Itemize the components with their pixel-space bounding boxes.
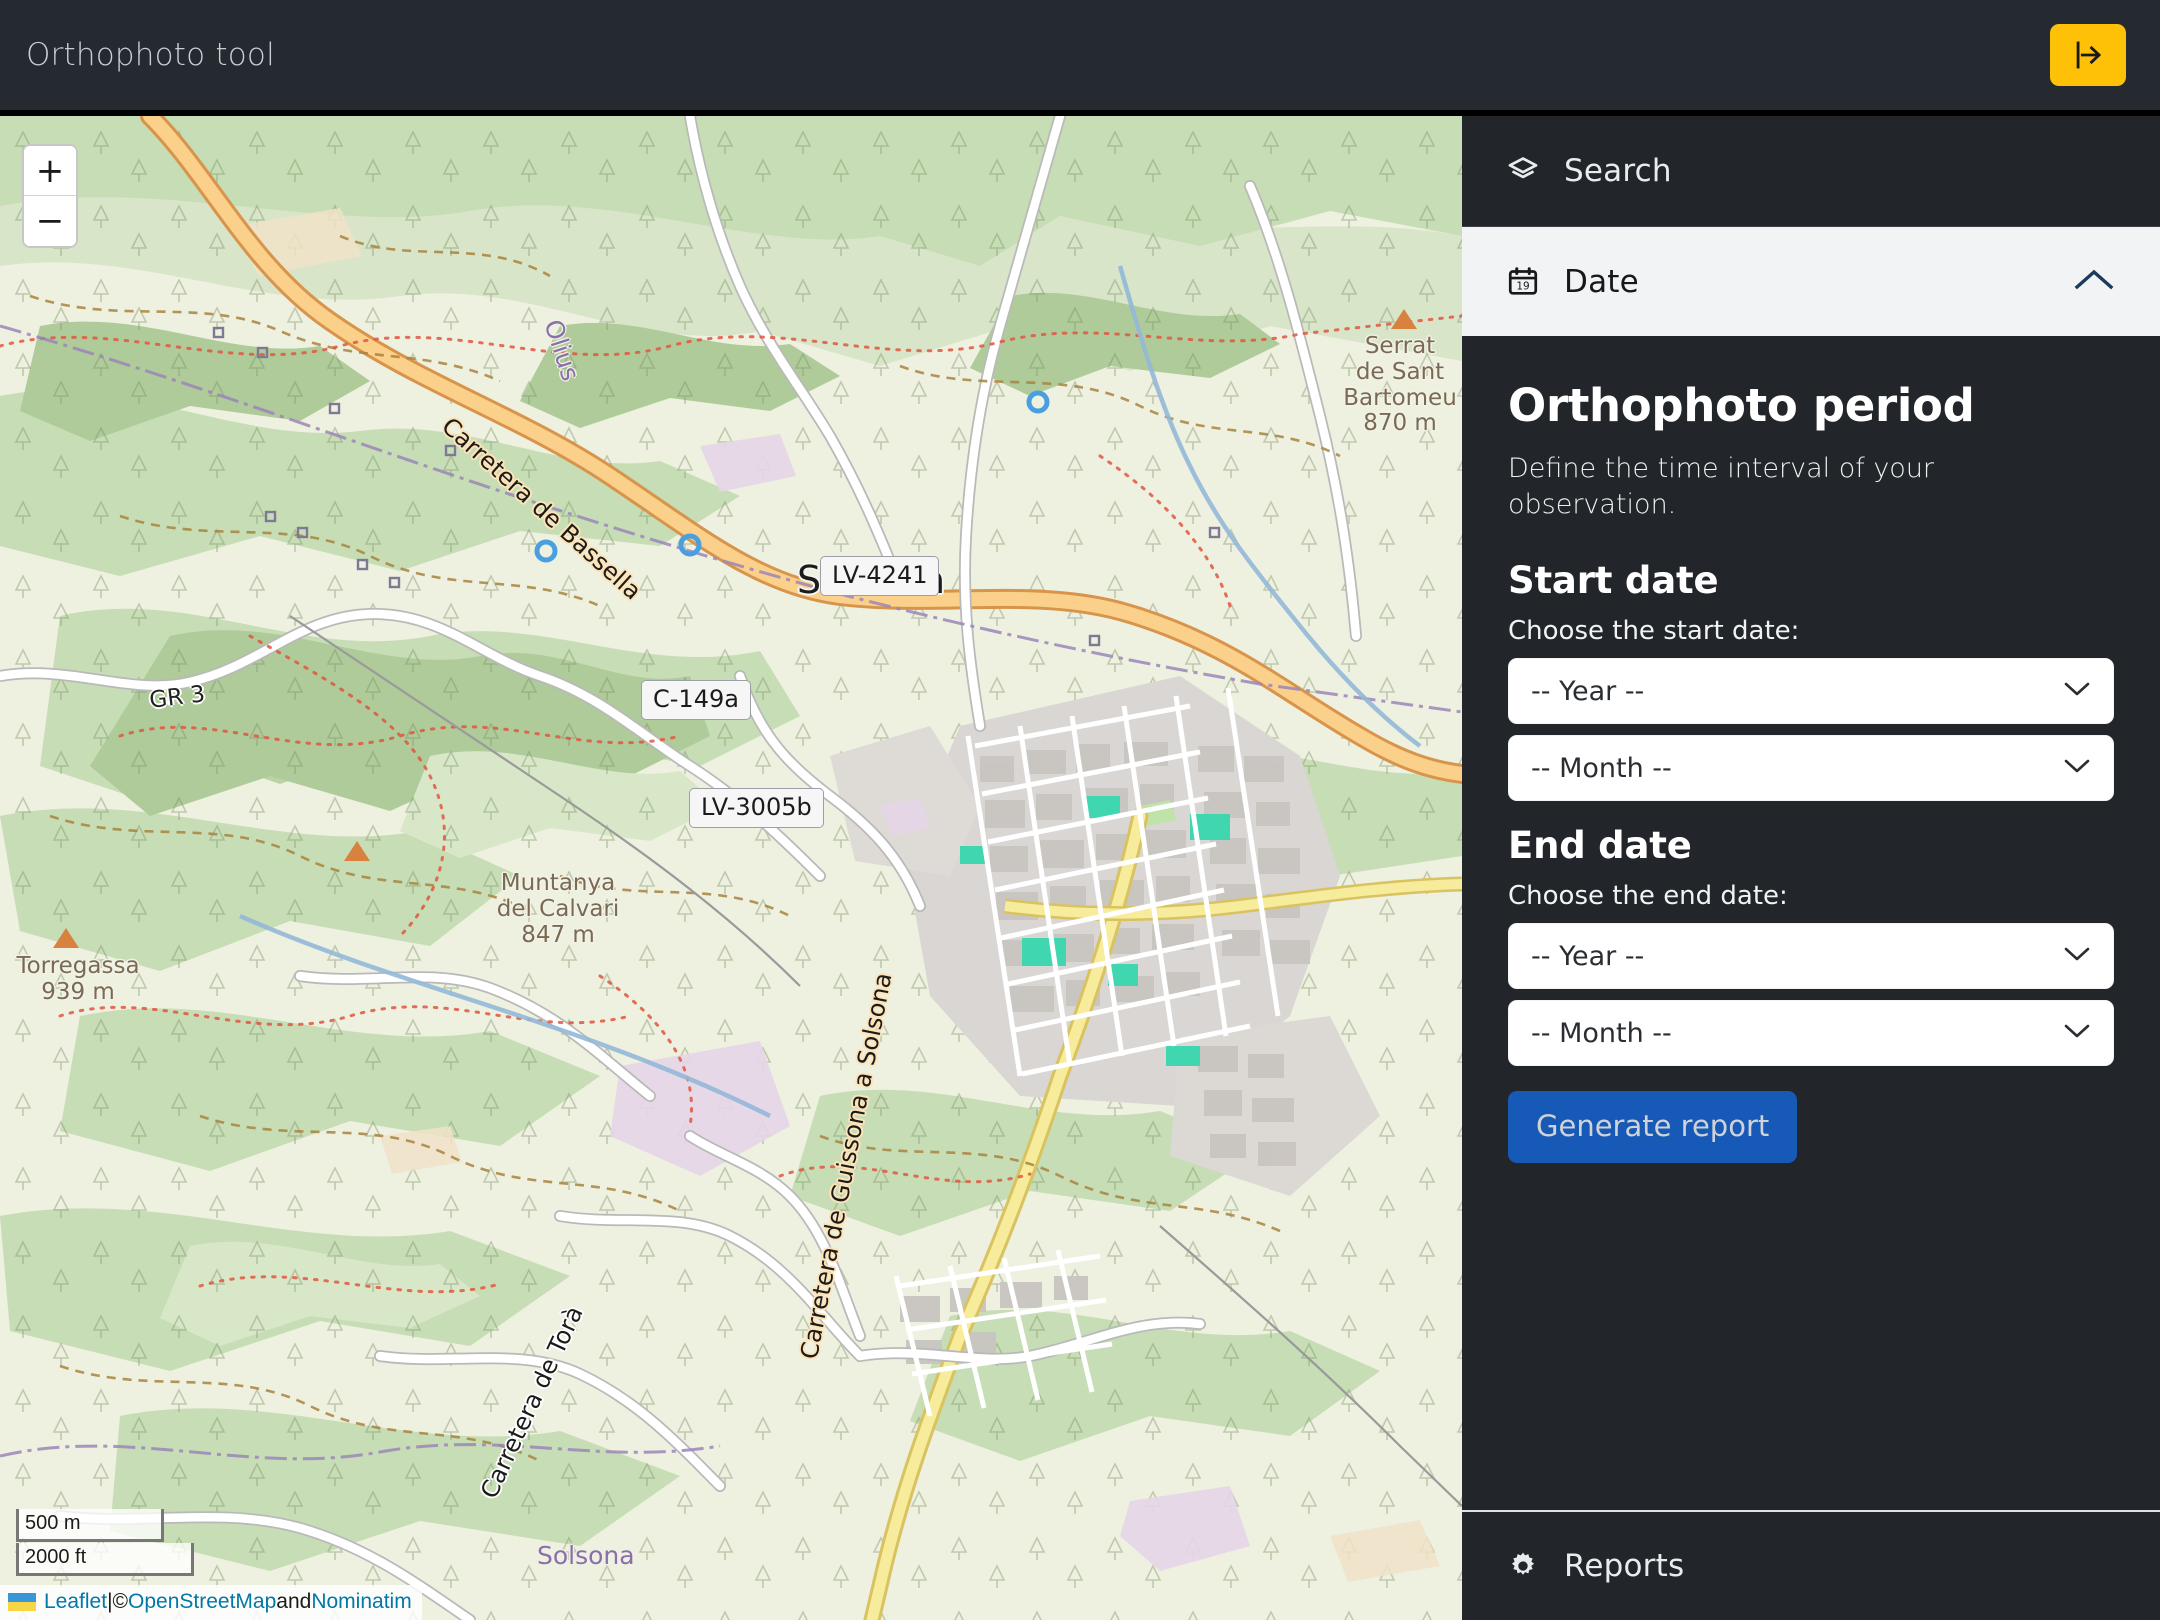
date-panel-description: Define the time interval of your observa…	[1508, 451, 1978, 523]
app-title: Orthophoto tool	[26, 37, 275, 73]
start-month-value: -- Month --	[1531, 753, 1672, 784]
date-panel-title: Orthophoto period	[1508, 382, 2114, 429]
start-month-select[interactable]: -- Month --	[1508, 735, 2114, 801]
end-year-select[interactable]: -- Year --	[1508, 923, 2114, 989]
peak-marker-bartomeu	[1391, 309, 1417, 329]
leaflet-link[interactable]: Leaflet	[44, 1590, 107, 1614]
end-date-heading: End date	[1508, 824, 2114, 867]
start-date-label: Choose the start date:	[1508, 616, 2114, 646]
zoom-out-button[interactable]: −	[24, 196, 76, 246]
attrib-copyright: ©	[113, 1590, 128, 1614]
map-scale-bar: 500 m 2000 ft	[16, 1509, 176, 1576]
svg-text:19: 19	[1516, 280, 1529, 292]
date-panel-body: Orthophoto period Define the time interv…	[1462, 336, 2160, 1510]
gear-icon	[1506, 1549, 1540, 1583]
peak-marker-torregassa	[53, 928, 79, 948]
chevron-down-icon	[2063, 680, 2091, 702]
top-bar: Orthophoto tool	[0, 0, 2160, 110]
sidebar-section-reports-label: Reports	[1564, 1548, 1684, 1584]
start-year-value: -- Year --	[1531, 676, 1644, 707]
chevron-down-icon	[2063, 1022, 2091, 1044]
spacer	[1508, 812, 2114, 824]
scale-metric: 500 m	[16, 1509, 164, 1542]
sidebar-section-date-label: Date	[1564, 264, 1639, 300]
chevron-up-icon[interactable]	[2072, 265, 2116, 299]
nominatim-link[interactable]: Nominatim	[311, 1590, 411, 1614]
start-year-select[interactable]: -- Year --	[1508, 658, 2114, 724]
end-month-value: -- Month --	[1531, 1018, 1672, 1049]
chevron-down-icon	[2063, 945, 2091, 967]
zoom-in-button[interactable]: +	[24, 146, 76, 196]
sign-in-button[interactable]	[2050, 24, 2126, 86]
map-attribution: Leaflet | © OpenStreetMap and Nominatim	[0, 1585, 422, 1620]
ukraine-flag-icon	[8, 1593, 36, 1611]
generate-report-button[interactable]: Generate report	[1508, 1091, 1797, 1163]
app-root: Orthophoto tool	[0, 0, 2160, 1620]
map-viewport[interactable]: Torregassa 939 m Muntanya del Calvari 84…	[0, 116, 1462, 1620]
start-date-heading: Start date	[1508, 559, 2114, 602]
sidebar-section-search-label: Search	[1564, 153, 1672, 189]
end-year-value: -- Year --	[1531, 941, 1644, 972]
sidebar: Search 19 Date Orthophoto period Define …	[1462, 116, 2160, 1620]
sidebar-section-date[interactable]: 19 Date	[1462, 226, 2160, 336]
calendar-19-icon: 19	[1506, 265, 1540, 299]
end-month-select[interactable]: -- Month --	[1508, 1000, 2114, 1066]
attrib-and: and	[276, 1590, 311, 1614]
map-zoom-control[interactable]: + −	[22, 144, 78, 248]
peak-marker-calvari	[344, 841, 370, 861]
sign-in-arrow-right-to-bracket-icon	[2071, 38, 2105, 72]
layers-icon	[1506, 154, 1540, 188]
openstreetmap-link[interactable]: OpenStreetMap	[128, 1590, 276, 1614]
sidebar-section-search[interactable]: Search	[1462, 116, 2160, 226]
sidebar-section-reports[interactable]: Reports	[1462, 1510, 2160, 1620]
chevron-down-icon	[2063, 757, 2091, 779]
scale-imperial: 2000 ft	[16, 1543, 194, 1576]
map-tiles	[0, 116, 1462, 1620]
end-date-label: Choose the end date:	[1508, 881, 2114, 911]
